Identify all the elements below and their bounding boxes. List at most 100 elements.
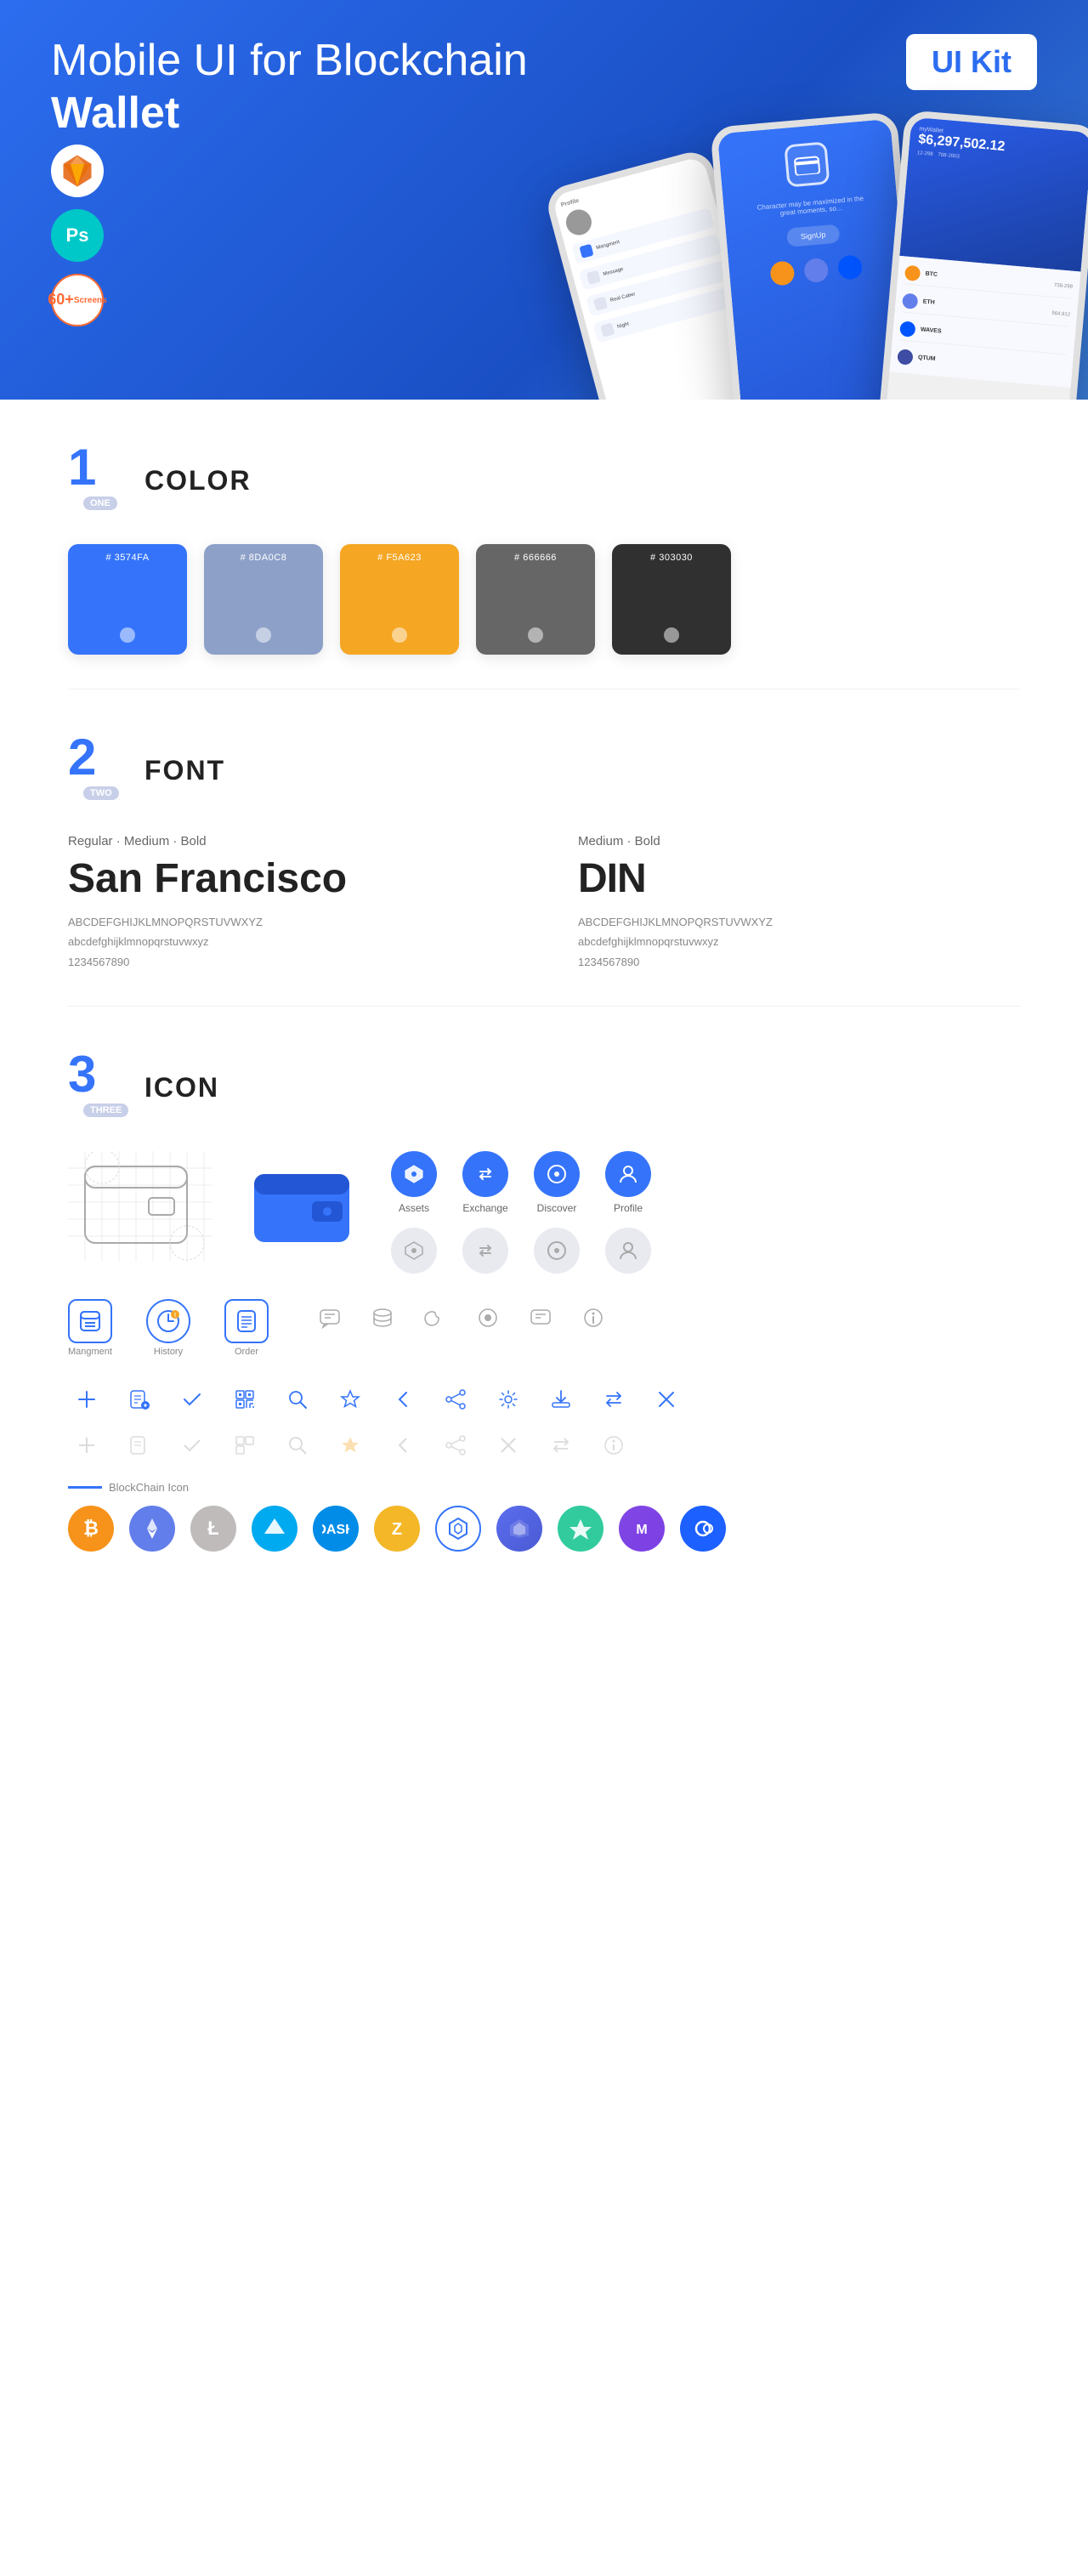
nav-icons-row-2 (391, 1228, 651, 1274)
info-icon (575, 1299, 612, 1336)
toolbar-icons-row-1 (68, 1381, 1020, 1418)
app-icons-row: Mangment ! History (68, 1299, 1020, 1357)
profile-icon (605, 1151, 651, 1197)
section-number-1: 1 ONE (68, 451, 128, 510)
management-icon (68, 1299, 112, 1343)
chat-icon (311, 1299, 348, 1336)
kyber-icon (558, 1506, 604, 1552)
screens-badge: 60+ Screens (51, 274, 104, 326)
profile-gray-icon (605, 1228, 651, 1274)
download-icon (542, 1381, 580, 1418)
bottom-spacer (68, 1552, 1020, 1586)
icon-section: 3 THREE ICON (68, 1007, 1020, 1620)
hero-badges: Ps 60+ Screens (51, 145, 104, 326)
close-icon (648, 1381, 685, 1418)
font-title: FONT (144, 755, 225, 786)
stack-icon (364, 1299, 401, 1336)
assets-icon (391, 1151, 437, 1197)
icon-section-header: 3 THREE ICON (68, 1058, 1020, 1117)
star-icon (332, 1381, 369, 1418)
dash-icon: DASH (313, 1506, 359, 1552)
moon-icon (416, 1299, 454, 1336)
ui-kit-badge: UI Kit (906, 34, 1037, 90)
section-number-2: 2 TWO (68, 740, 128, 800)
font-grid: Regular · Medium · Bold San Francisco AB… (68, 834, 1020, 972)
assets-icon-item: Assets (391, 1151, 437, 1214)
order-icon (224, 1299, 269, 1343)
search-icon (279, 1381, 316, 1418)
nav-icons-group: Assets Exchange (391, 1151, 651, 1274)
wireframe-wallet-icon (68, 1151, 212, 1262)
svg-text:₿: ₿ (83, 1518, 99, 1539)
section-number-3: 3 THREE (68, 1058, 128, 1117)
management-icon-item: Mangment (68, 1299, 112, 1357)
assets-label: Assets (399, 1202, 429, 1214)
exchange-icon (462, 1151, 508, 1197)
icon-title: ICON (144, 1072, 219, 1104)
history-icon: ! (146, 1299, 190, 1343)
litecoin-icon: Ł (190, 1506, 236, 1552)
discover-gray-icon (534, 1228, 580, 1274)
nav-icons-row-1: Assets Exchange (391, 1151, 651, 1214)
grid-icon (435, 1506, 481, 1552)
add-icon (68, 1381, 105, 1418)
phone-mockups: Profile Mangment Message Real Caber (552, 102, 1088, 400)
misc-icons-row-1 (311, 1299, 612, 1336)
swap-icon (595, 1381, 632, 1418)
exchange-label: Exchange (462, 1202, 507, 1214)
discover-icon-item: Discover (534, 1151, 580, 1214)
blockchain-line (68, 1486, 102, 1489)
color-title: COLOR (144, 465, 252, 496)
font-section: 2 TWO FONT Regular · Medium · Bold San F… (68, 689, 1020, 1006)
font-section-header: 2 TWO FONT (68, 740, 1020, 800)
ps-badge: Ps (51, 209, 104, 262)
zcash-icon: Z (374, 1506, 420, 1552)
hero-title: Mobile UI for Blockchain Wallet (51, 34, 561, 140)
exchange-gray-icon (462, 1228, 508, 1274)
assets-gray-icon (391, 1228, 437, 1274)
check-icon (173, 1381, 211, 1418)
swatch-gray: # 666666 (476, 544, 595, 655)
swatch-slate: # 8DA0C8 (204, 544, 323, 655)
swatch-blue: # 3574FA (68, 544, 187, 655)
profile-gray-icon-item (605, 1228, 651, 1274)
order-icon-item: Order (224, 1299, 269, 1357)
color-section: 1 ONE COLOR # 3574FA # 8DA0C8 # F5A623 #… (68, 400, 1020, 689)
list-edit-icon (121, 1381, 158, 1418)
gear-icon (490, 1381, 527, 1418)
crypto-icons: ₿ Ł (68, 1506, 1020, 1552)
svg-text:Z: Z (392, 1520, 402, 1539)
icon-grid-main: Assets Exchange (68, 1151, 1020, 1274)
svg-text:Ł: Ł (207, 1518, 218, 1539)
color-swatches: # 3574FA # 8DA0C8 # F5A623 # 666666 # 30… (68, 544, 1020, 655)
svg-text:!: ! (174, 1313, 176, 1319)
qr-icon (226, 1381, 264, 1418)
exchange-icon-item: Exchange (462, 1151, 508, 1214)
swatch-orange: # F5A623 (340, 544, 459, 655)
share-icon (437, 1381, 474, 1418)
font-san-francisco: Regular · Medium · Bold San Francisco AB… (68, 834, 510, 972)
sketch-badge (51, 145, 104, 197)
back-icon (384, 1381, 422, 1418)
hero-section: Mobile UI for Blockchain Wallet UI Kit P… (0, 0, 1088, 400)
discover-label: Discover (537, 1202, 577, 1214)
ethereum-icon (129, 1506, 175, 1552)
message-icon (522, 1299, 559, 1336)
discover-icon (534, 1151, 580, 1197)
phone-right: myWallet $6,297,502.12 12-298 708-2003 B… (877, 110, 1088, 400)
loopring-icon (680, 1506, 726, 1552)
dot-circle-icon (469, 1299, 507, 1336)
color-section-header: 1 ONE COLOR (68, 451, 1020, 510)
blockchain-label: BlockChain Icon (68, 1481, 1020, 1494)
assets-gray-icon-item (391, 1228, 437, 1274)
history-icon-item: ! History (146, 1299, 190, 1357)
swatch-dark: # 303030 (612, 544, 731, 655)
matic-icon: M (619, 1506, 665, 1552)
font-din: Medium · Bold DIN ABCDEFGHIJKLMNOPQRSTUV… (578, 834, 1020, 972)
profile-icon-item: Profile (605, 1151, 651, 1214)
svg-text:DASH: DASH (322, 1523, 349, 1537)
discover-gray-icon-item (534, 1228, 580, 1274)
misc-icons-group (311, 1299, 612, 1345)
bitcoin-icon: ₿ (68, 1506, 114, 1552)
main-content: 1 ONE COLOR # 3574FA # 8DA0C8 # F5A623 #… (0, 400, 1088, 1620)
